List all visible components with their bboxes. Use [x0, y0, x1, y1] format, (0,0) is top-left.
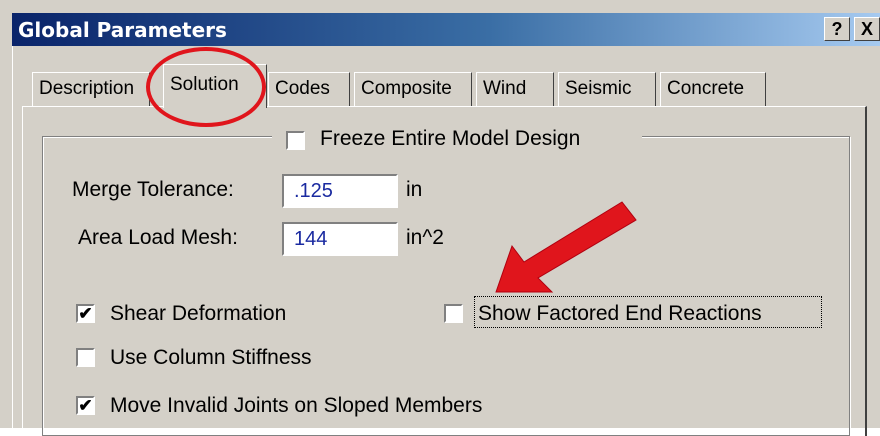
- use-column-stiffness-label: Use Column Stiffness: [110, 346, 312, 369]
- area-load-mesh-label: Area Load Mesh:: [78, 226, 238, 249]
- merge-tolerance-unit: in: [406, 178, 423, 201]
- help-button[interactable]: ?: [824, 17, 850, 41]
- tab-description[interactable]: Description: [32, 72, 150, 106]
- freeze-label: Freeze Entire Model Design: [320, 127, 581, 150]
- title-bar: Global Parameters ? X: [12, 13, 880, 46]
- tab-concrete[interactable]: Concrete: [660, 72, 766, 106]
- tab-codes[interactable]: Codes: [268, 72, 350, 106]
- tab-composite[interactable]: Composite: [354, 72, 472, 106]
- show-factored-end-reactions-checkbox[interactable]: [444, 304, 463, 323]
- merge-tolerance-label: Merge Tolerance:: [72, 178, 234, 201]
- window-title: Global Parameters: [18, 18, 227, 42]
- use-column-stiffness-checkbox[interactable]: [76, 348, 95, 367]
- area-load-mesh-input[interactable]: 144: [282, 222, 398, 256]
- shear-deformation-label: Shear Deformation: [110, 302, 287, 325]
- show-factored-end-reactions-label[interactable]: Show Factored End Reactions: [478, 302, 762, 326]
- move-invalid-joints-label: Move Invalid Joints on Sloped Members: [110, 394, 483, 417]
- move-invalid-joints-checkbox[interactable]: ✔: [76, 396, 95, 415]
- freeze-row: Freeze Entire Model Design: [272, 126, 642, 154]
- dialog-window: Global Parameters ? X Description Soluti…: [0, 0, 880, 436]
- shear-deformation-checkbox[interactable]: ✔: [76, 304, 95, 323]
- window-frame-edge: [12, 46, 13, 428]
- tab-seismic[interactable]: Seismic: [558, 72, 656, 106]
- highlight-ellipse: [146, 47, 266, 127]
- red-arrow-icon: [495, 201, 637, 293]
- tab-wind[interactable]: Wind: [476, 72, 554, 106]
- merge-tolerance-input[interactable]: .125: [282, 174, 398, 208]
- area-load-mesh-unit: in^2: [406, 226, 444, 249]
- close-button[interactable]: X: [854, 17, 880, 41]
- freeze-checkbox[interactable]: [286, 131, 305, 150]
